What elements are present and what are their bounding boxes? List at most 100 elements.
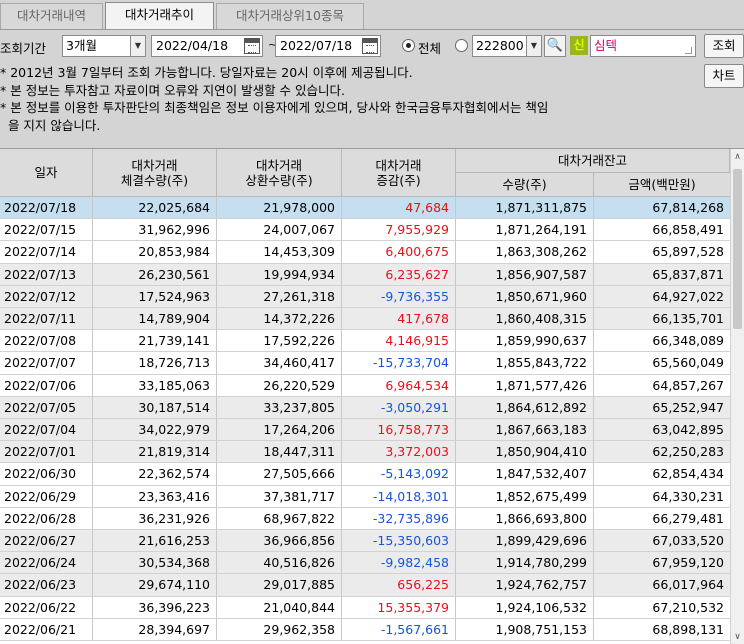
table-row[interactable]: 2022/07/05 30,187,514 33,237,805 -3,050,291… <box>0 396 730 419</box>
tab-lending-trend[interactable]: 대차거래추이 <box>105 2 214 30</box>
notice-line: * 본 정보는 투자참고 자료이며 오류와 지연이 발생할 수 있습니다. <box>0 82 345 98</box>
table-row[interactable]: 2022/06/27 21,616,253 36,966,856 -15,350,60… <box>0 530 730 553</box>
cell-date: 2022/07/06 <box>0 374 93 397</box>
cell-repay-qty: 29,017,885 <box>217 574 342 597</box>
radio-all[interactable] <box>402 39 415 52</box>
cell-change: 47,684 <box>342 197 456 220</box>
cell-change: -5,143,092 <box>342 463 456 486</box>
resize-grip-icon <box>685 47 692 54</box>
period-select[interactable]: 3개월 ▼ <box>62 35 146 57</box>
cell-balance-amount: 62,250,283 <box>594 441 730 464</box>
start-date-field[interactable]: 2022/04/18 <box>151 35 263 57</box>
vertical-scrollbar[interactable]: ∧ ∨ <box>730 149 744 644</box>
cell-balance-qty: 1,914,780,299 <box>456 552 594 575</box>
stock-name-field[interactable]: 심텍 <box>590 35 696 57</box>
cell-balance-qty: 1,924,762,757 <box>456 574 594 597</box>
cell-balance-qty: 1,908,751,153 <box>456 618 594 641</box>
table-row[interactable]: 2022/07/11 14,789,904 14,372,226 417,678 1,8… <box>0 308 730 331</box>
cell-balance-amount: 64,857,267 <box>594 375 730 397</box>
stock-code-input[interactable]: 222800 ▼ <box>472 35 542 57</box>
start-date-value: 2022/04/18 <box>156 38 229 53</box>
table-row[interactable]: 2022/06/29 23,363,416 37,381,717 -14,018,30… <box>0 485 730 508</box>
radio-stock[interactable] <box>455 39 468 52</box>
table-row[interactable]: 2022/07/07 18,726,713 34,460,417 -15,733,70… <box>0 352 730 375</box>
table-row[interactable]: 2022/07/13 26,230,561 19,994,934 6,235,627 1… <box>0 263 730 286</box>
cell-change: 417,678 <box>342 308 456 331</box>
cell-repay-qty: 34,460,417 <box>217 352 342 375</box>
table-row[interactable]: 2022/07/04 34,022,979 17,264,206 16,758,773… <box>0 419 730 442</box>
col-header-amount[interactable]: 금액(백만원) <box>594 173 730 197</box>
scroll-thumb[interactable] <box>733 169 742 329</box>
col-header-date[interactable]: 일자 <box>0 149 93 197</box>
cell-repay-qty: 27,261,318 <box>217 285 342 308</box>
cell-exec-qty: 26,230,561 <box>93 263 217 286</box>
table-row[interactable]: 2022/07/06 33,185,063 26,220,529 6,964,534 1… <box>0 374 730 397</box>
col-header-qty[interactable]: 수량(주) <box>456 173 594 197</box>
cell-repay-qty: 27,505,666 <box>217 463 342 486</box>
cell-balance-amount: 67,210,532 <box>594 597 730 619</box>
chevron-down-icon[interactable]: ▼ <box>130 35 146 57</box>
table-row[interactable]: 2022/07/15 31,962,996 24,007,067 7,955,929 1… <box>0 219 730 242</box>
chevron-down-icon[interactable]: ▼ <box>526 35 542 57</box>
cell-change: 15,355,379 <box>342 596 456 619</box>
cell-date: 2022/07/05 <box>0 396 93 419</box>
table-row[interactable]: 2022/07/01 21,819,314 18,447,311 3,372,003 1… <box>0 441 730 464</box>
col-header-repay[interactable]: 대차거래 상환수량(주) <box>217 149 342 197</box>
cell-repay-qty: 17,264,206 <box>217 419 342 442</box>
cell-exec-qty: 22,025,684 <box>93 197 217 220</box>
col-header-exec[interactable]: 대차거래 체결수량(주) <box>93 149 217 197</box>
search-icon[interactable]: 🔍 <box>544 35 566 57</box>
cell-date: 2022/06/30 <box>0 463 93 486</box>
cell-exec-qty: 21,739,141 <box>93 330 217 353</box>
cell-repay-qty: 24,007,067 <box>217 219 342 242</box>
cell-change: -9,982,458 <box>342 552 456 575</box>
cell-balance-qty: 1,860,408,315 <box>456 308 594 331</box>
cell-date: 2022/07/04 <box>0 419 93 442</box>
table-row[interactable]: 2022/06/22 36,396,223 21,040,844 15,355,379… <box>0 596 730 619</box>
cell-date: 2022/07/08 <box>0 330 93 353</box>
cell-change: 4,146,915 <box>342 330 456 353</box>
cell-exec-qty: 14,789,904 <box>93 308 217 331</box>
query-button[interactable]: 조회 <box>704 34 744 58</box>
tab-lending-history[interactable]: 대차거래내역 <box>0 3 103 29</box>
table-row[interactable]: 2022/06/24 30,534,368 40,516,826 -9,982,458… <box>0 552 730 575</box>
cell-exec-qty: 17,524,963 <box>93 285 217 308</box>
table-row[interactable]: 2022/06/23 29,674,110 29,017,885 656,225 1,9… <box>0 574 730 597</box>
cell-balance-amount: 67,033,520 <box>594 530 730 553</box>
cell-repay-qty: 29,962,358 <box>217 618 342 641</box>
table-row[interactable]: 2022/07/08 21,739,141 17,592,226 4,146,915 1… <box>0 330 730 353</box>
cell-exec-qty: 18,726,713 <box>93 352 217 375</box>
scroll-down-icon[interactable]: ∨ <box>731 629 744 644</box>
cell-change: 3,372,003 <box>342 441 456 464</box>
period-value: 3개월 <box>66 38 97 53</box>
cell-exec-qty: 20,853,984 <box>93 241 217 264</box>
scroll-up-icon[interactable]: ∧ <box>731 149 744 165</box>
cell-repay-qty: 36,966,856 <box>217 530 342 553</box>
cell-date: 2022/07/15 <box>0 219 93 242</box>
cell-balance-amount: 66,858,491 <box>594 219 730 242</box>
cell-exec-qty: 36,231,926 <box>93 507 217 530</box>
cell-exec-qty: 30,187,514 <box>93 396 217 419</box>
cell-repay-qty: 18,447,311 <box>217 441 342 464</box>
cell-date: 2022/06/24 <box>0 552 93 575</box>
calendar-icon[interactable] <box>362 38 378 54</box>
table-row[interactable]: 2022/06/21 28,394,697 29,962,358 -1,567,661… <box>0 618 730 641</box>
cell-balance-amount: 65,837,871 <box>594 263 730 286</box>
cell-balance-qty: 1,863,308,262 <box>456 241 594 264</box>
calendar-icon[interactable] <box>244 38 260 54</box>
cell-balance-amount: 66,017,964 <box>594 574 730 597</box>
table-row[interactable]: 2022/07/12 17,524,963 27,261,318 -9,736,355… <box>0 285 730 308</box>
cell-repay-qty: 26,220,529 <box>217 374 342 397</box>
chart-button[interactable]: 차트 <box>704 64 744 88</box>
table-row[interactable]: 2022/07/18 22,025,684 21,978,000 47,684 1,87… <box>0 197 730 220</box>
end-date-field[interactable]: 2022/07/18 <box>275 35 381 57</box>
stock-name-value: 심텍 <box>594 38 618 53</box>
table-row[interactable]: 2022/06/28 36,231,926 68,967,822 -32,735,89… <box>0 507 730 530</box>
tab-lending-top10[interactable]: 대차거래상위10종목 <box>216 3 364 29</box>
cell-date: 2022/07/07 <box>0 352 93 375</box>
table-row[interactable]: 2022/06/30 22,362,574 27,505,666 -5,143,092… <box>0 463 730 486</box>
table-row[interactable]: 2022/07/14 20,853,984 14,453,309 6,400,675 1… <box>0 241 730 264</box>
cell-balance-qty: 1,871,311,875 <box>456 197 594 220</box>
cell-repay-qty: 21,040,844 <box>217 596 342 619</box>
col-header-change[interactable]: 대차거래 증감(주) <box>342 149 456 197</box>
